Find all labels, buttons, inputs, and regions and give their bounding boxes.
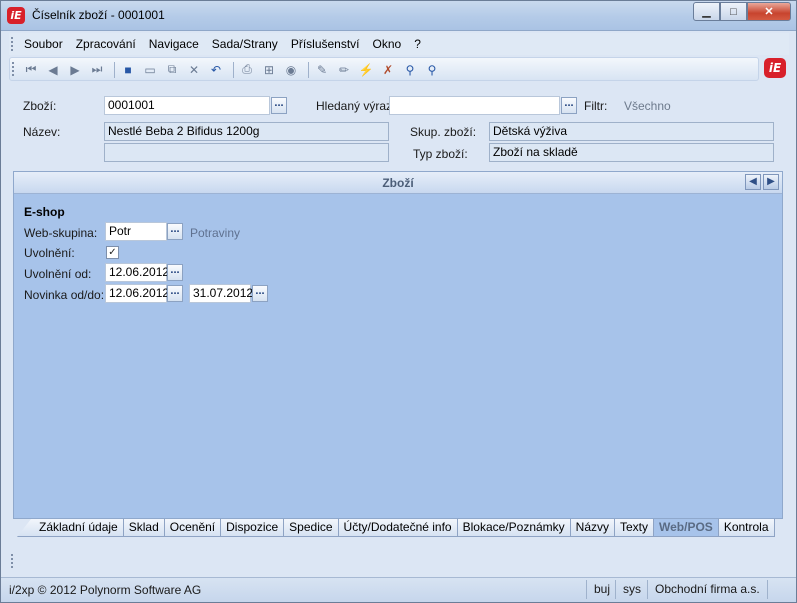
last-record-icon[interactable]: ⏭ xyxy=(88,61,106,78)
tab-oceneni[interactable]: Ocenění xyxy=(163,519,222,537)
filtr-value[interactable]: Všechno xyxy=(624,99,671,113)
window-title: Číselník zboží - 0001001 xyxy=(32,8,165,22)
tab-zakladni-udaje[interactable]: Základní údaje xyxy=(17,519,124,537)
web-skupina-description: Potraviny xyxy=(190,226,241,240)
uvolneni-od-input[interactable]: 12.06.2012 xyxy=(105,263,169,282)
hledany-vyraz-input[interactable] xyxy=(389,96,560,115)
nazev-field: Nestlé Beba 2 Bifidus 1200g xyxy=(104,122,389,141)
app-logo-icon: iE xyxy=(7,7,25,24)
tab-texty[interactable]: Texty xyxy=(614,519,655,537)
web-skupina-label: Web-skupina: xyxy=(24,226,98,240)
toolbar: ⏮ ◀ ▶ ⏭ ■ ▭ ⧉ ✕ ↶ ⎙ ⊞ ◉ ✎ ✏ ⚡ ✗ ⚲ ⚲ xyxy=(9,57,759,81)
uvolneni-od-label: Uvolnění od: xyxy=(24,267,92,281)
hledany-lookup-button[interactable]: ... xyxy=(561,97,577,114)
menu-help[interactable]: ? xyxy=(414,37,421,51)
status-bar: i/2xp © 2012 Polynorm Software AG buj sy… xyxy=(1,577,796,602)
web-skupina-lookup-button[interactable]: ... xyxy=(167,223,183,240)
status-company: Obchodní firma a.s. xyxy=(647,580,767,599)
save-icon[interactable]: ■ xyxy=(119,61,137,78)
menu-bar: Soubor Zpracování Navigace Sada/Strany P… xyxy=(9,33,789,55)
tab-kontrola[interactable]: Kontrola xyxy=(717,519,775,537)
disc-icon[interactable]: ◉ xyxy=(282,61,300,78)
search-icon[interactable]: ⚲ xyxy=(401,61,419,78)
undo-icon[interactable]: ↶ xyxy=(207,61,225,78)
copy-icon[interactable]: ⧉ xyxy=(163,61,181,78)
zbozi-label: Zboží: xyxy=(23,99,57,113)
previous-record-icon[interactable]: ◀ xyxy=(44,61,62,78)
tab-spedice[interactable]: Spedice xyxy=(283,519,339,537)
web-skupina-input[interactable]: Potr xyxy=(105,222,167,241)
menu-grip-icon[interactable] xyxy=(11,37,14,51)
typ-zbozi-field: Zboží na skladě xyxy=(489,143,774,162)
hledany-label: Hledaný výraz: xyxy=(316,99,396,113)
tab-blokace-poznamky[interactable]: Blokace/Poznámky xyxy=(456,519,571,537)
next-record-icon[interactable]: ▶ xyxy=(66,61,84,78)
novinka-do-date-button[interactable]: ... xyxy=(252,285,268,302)
lower-toolbar xyxy=(9,549,789,573)
uvolneni-checkbox[interactable]: ✓ xyxy=(106,246,119,259)
minimize-button[interactable]: ▁ xyxy=(693,2,720,21)
filtr-label: Filtr: xyxy=(584,99,608,113)
novinka-do-input[interactable]: 31.07.2012 xyxy=(189,284,253,303)
tab-dispozice[interactable]: Dispozice xyxy=(220,519,285,537)
copyright-text: i/2xp © 2012 Polynorm Software AG xyxy=(9,583,202,597)
zbozi-lookup-button[interactable]: ... xyxy=(271,97,287,114)
menu-zpracovani[interactable]: Zpracování xyxy=(76,37,136,51)
maximize-button[interactable]: □ xyxy=(720,2,747,21)
toolbar-separator xyxy=(308,61,309,78)
pencil-icon[interactable]: ✏ xyxy=(335,61,353,78)
clear-filter-icon[interactable]: ✗ xyxy=(379,61,397,78)
menu-sada-strany[interactable]: Sada/Strany xyxy=(212,37,278,51)
status-empty-cell xyxy=(767,580,795,599)
zbozi-input[interactable]: 0001001 xyxy=(104,96,270,115)
novinka-label: Novinka od/do: xyxy=(24,288,105,302)
structure-icon[interactable]: ⊞ xyxy=(260,61,278,78)
tab-strip: Základní údaje Sklad Ocenění Dispozice S… xyxy=(17,519,775,537)
title-bar: iE Číselník zboží - 0001001 ▁ □ ✕ xyxy=(1,1,796,31)
panel-title: Zboží xyxy=(382,176,414,190)
print-icon[interactable]: ⎙ xyxy=(238,61,256,78)
tab-sklad[interactable]: Sklad xyxy=(122,519,165,537)
lower-toolbar-grip-icon[interactable] xyxy=(11,554,14,568)
toolbar-separator xyxy=(114,61,115,78)
advanced-search-icon[interactable]: ⚲ xyxy=(423,61,441,78)
panel-prev-arrow-icon[interactable]: ◀ xyxy=(745,174,761,190)
toolbar-separator xyxy=(233,61,234,78)
skup-zbozi-label: Skup. zboží: xyxy=(410,125,477,139)
tab-nazvy[interactable]: Názvy xyxy=(569,519,615,537)
main-panel: Zboží ◀ ▶ E-shop Web-skupina: Potr ... P… xyxy=(13,171,783,519)
novinka-od-input[interactable]: 12.06.2012 xyxy=(105,284,169,303)
tab-ucty-dodatecne-info[interactable]: Účty/Dodatečné info xyxy=(337,519,458,537)
window-controls: ▁ □ ✕ xyxy=(693,2,791,21)
typ-zbozi-label: Typ zboží: xyxy=(413,147,468,161)
toolbar-grip-icon[interactable] xyxy=(12,62,15,76)
main-window: iE Číselník zboží - 0001001 ▁ □ ✕ Soubor… xyxy=(0,0,797,603)
delete-icon[interactable]: ✕ xyxy=(185,61,203,78)
menu-okno[interactable]: Okno xyxy=(373,37,402,51)
uvolneni-od-date-button[interactable]: ... xyxy=(167,264,183,281)
menu-soubor[interactable]: Soubor xyxy=(24,37,63,51)
eshop-section-title: E-shop xyxy=(24,205,65,219)
novinka-od-date-button[interactable]: ... xyxy=(167,285,183,302)
brand-logo-icon: iE xyxy=(764,58,786,78)
uvolneni-label: Uvolnění: xyxy=(24,246,75,260)
tab-web-pos[interactable]: Web/POS xyxy=(653,519,719,537)
status-db: sys xyxy=(615,580,647,599)
menu-navigace[interactable]: Navigace xyxy=(149,37,199,51)
nazev-label: Název: xyxy=(23,125,61,139)
menu-prislusenstvi[interactable]: Příslušenství xyxy=(291,37,360,51)
panel-header: Zboží ◀ ▶ xyxy=(14,172,782,194)
status-user: buj xyxy=(586,580,616,599)
new-document-icon[interactable]: ▭ xyxy=(141,61,159,78)
header-form: Zboží: 0001001 ... Hledaný výraz: ... Fi… xyxy=(9,89,789,167)
edit-pen-icon[interactable]: ✎ xyxy=(313,61,331,78)
first-record-icon[interactable]: ⏮ xyxy=(22,61,40,78)
panel-next-arrow-icon[interactable]: ▶ xyxy=(763,174,779,190)
nazev-second-field xyxy=(104,143,389,162)
close-button[interactable]: ✕ xyxy=(747,2,791,21)
filter-icon[interactable]: ⚡ xyxy=(357,61,375,78)
skup-zbozi-field: Dětská výživa xyxy=(489,122,774,141)
